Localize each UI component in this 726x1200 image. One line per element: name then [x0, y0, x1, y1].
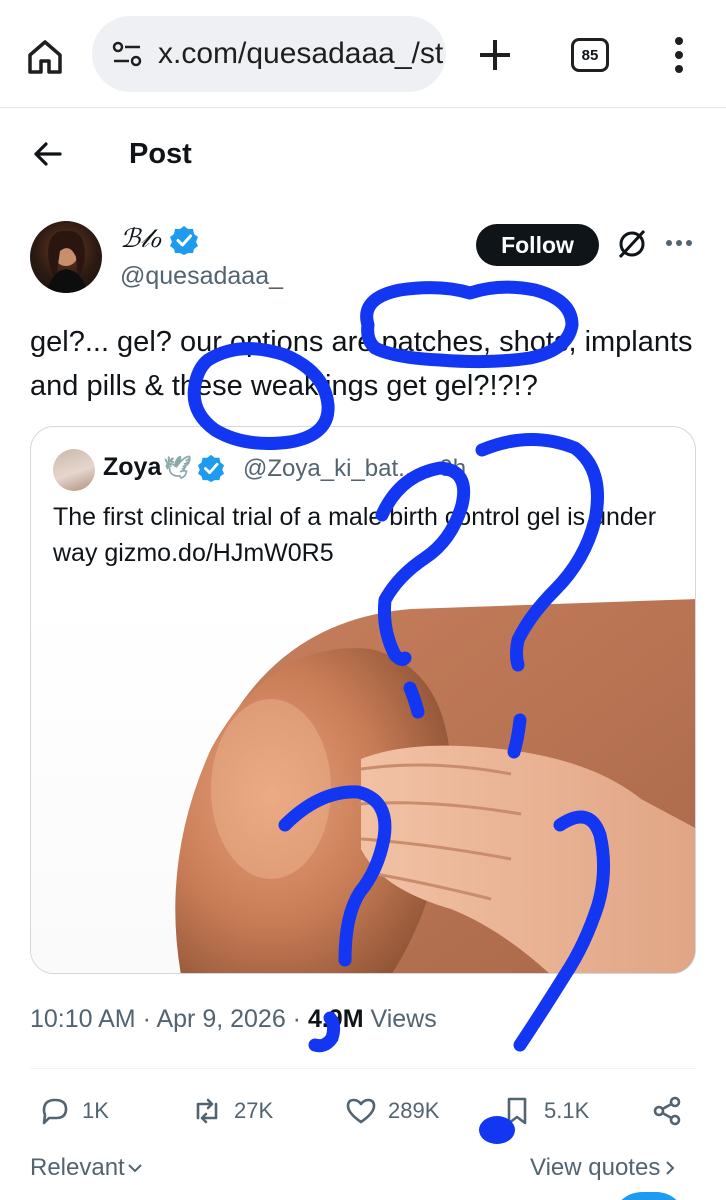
follow-button[interactable]: Follow — [476, 224, 599, 266]
verified-badge-icon — [198, 454, 225, 482]
share-icon — [653, 1096, 681, 1126]
address-bar[interactable]: x.com/quesadaaa_/st — [92, 16, 446, 92]
quoted-author-name-text: Zoya — [103, 453, 162, 481]
views-label: Views — [363, 1005, 437, 1033]
quoted-author-name: Zoya 🕊 — [103, 453, 225, 482]
author-handle[interactable]: @quesadaaa_ — [120, 262, 283, 291]
page-title: Post — [129, 138, 192, 170]
home-icon[interactable] — [22, 34, 68, 80]
browser-toolbar: x.com/quesadaaa_/st 85 — [0, 0, 726, 108]
quoted-handle-time: @Zoya_ki_bat... · 9h — [243, 455, 467, 482]
like-button[interactable]: 289K — [344, 1092, 439, 1130]
tab-switcher-button[interactable]: 85 — [571, 38, 609, 72]
reply-icon — [42, 1098, 68, 1125]
quoted-text: The first clinical trial of a male birth… — [53, 503, 657, 567]
view-quotes-link[interactable]: View quotes — [530, 1154, 680, 1182]
arrow-left-icon[interactable] — [30, 136, 66, 172]
bookmark-icon — [507, 1097, 527, 1125]
author-name-text[interactable]: ℬ𝓁ℴ — [120, 224, 161, 255]
kebab-menu-icon[interactable] — [664, 34, 694, 76]
repost-icon — [196, 1098, 218, 1124]
post-timestamp[interactable]: 10:10 AM · Apr 9, 2026 · — [30, 1005, 308, 1033]
plus-icon[interactable] — [472, 32, 518, 78]
view-quotes-label[interactable]: View quotes — [530, 1154, 660, 1182]
heart-icon — [346, 1098, 376, 1124]
repost-count: 27K — [234, 1098, 274, 1123]
bookmark-count: 5.1K — [544, 1098, 590, 1123]
share-button[interactable] — [650, 1092, 694, 1130]
quoted-media-image[interactable] — [31, 599, 695, 973]
reply-count: 1K — [82, 1098, 109, 1123]
views-count: 4.9M — [307, 1005, 364, 1033]
url-text[interactable]: x.com/quesadaaa_/st — [158, 37, 443, 71]
divider — [30, 1068, 696, 1069]
post-meta: 10:10 AM · Apr 9, 2026 · 4.9M Views — [30, 1005, 437, 1034]
reply-sort-label[interactable]: Relevant — [30, 1154, 125, 1182]
post-text: gel?... gel? our options are patches, sh… — [30, 326, 693, 402]
quoted-avatar — [53, 449, 95, 491]
more-icon[interactable] — [664, 233, 694, 253]
reply-button[interactable]: 1K — [38, 1092, 109, 1130]
bare-shoulder-photo — [175, 599, 695, 973]
reply-sort-select[interactable]: Relevant — [30, 1154, 145, 1182]
site-settings-icon[interactable] — [110, 37, 144, 71]
chevron-down-icon — [128, 1164, 142, 1173]
chevron-right-icon — [666, 1161, 675, 1175]
author-name[interactable]: ℬ𝓁ℴ — [120, 224, 199, 255]
quoted-post[interactable]: Zoya 🕊 @Zoya_ki_bat... · 9h The first cl… — [30, 426, 696, 974]
verified-badge-icon — [170, 225, 199, 255]
avatar[interactable] — [30, 221, 102, 293]
compose-button[interactable] — [612, 1192, 686, 1200]
repost-button[interactable]: 27K — [190, 1092, 273, 1130]
like-count: 289K — [388, 1098, 440, 1123]
grok-icon[interactable] — [616, 228, 648, 260]
dove-icon: 🕊 — [163, 454, 192, 480]
post-header: Post — [0, 118, 726, 190]
bookmark-button[interactable]: 5.1K — [500, 1092, 589, 1130]
